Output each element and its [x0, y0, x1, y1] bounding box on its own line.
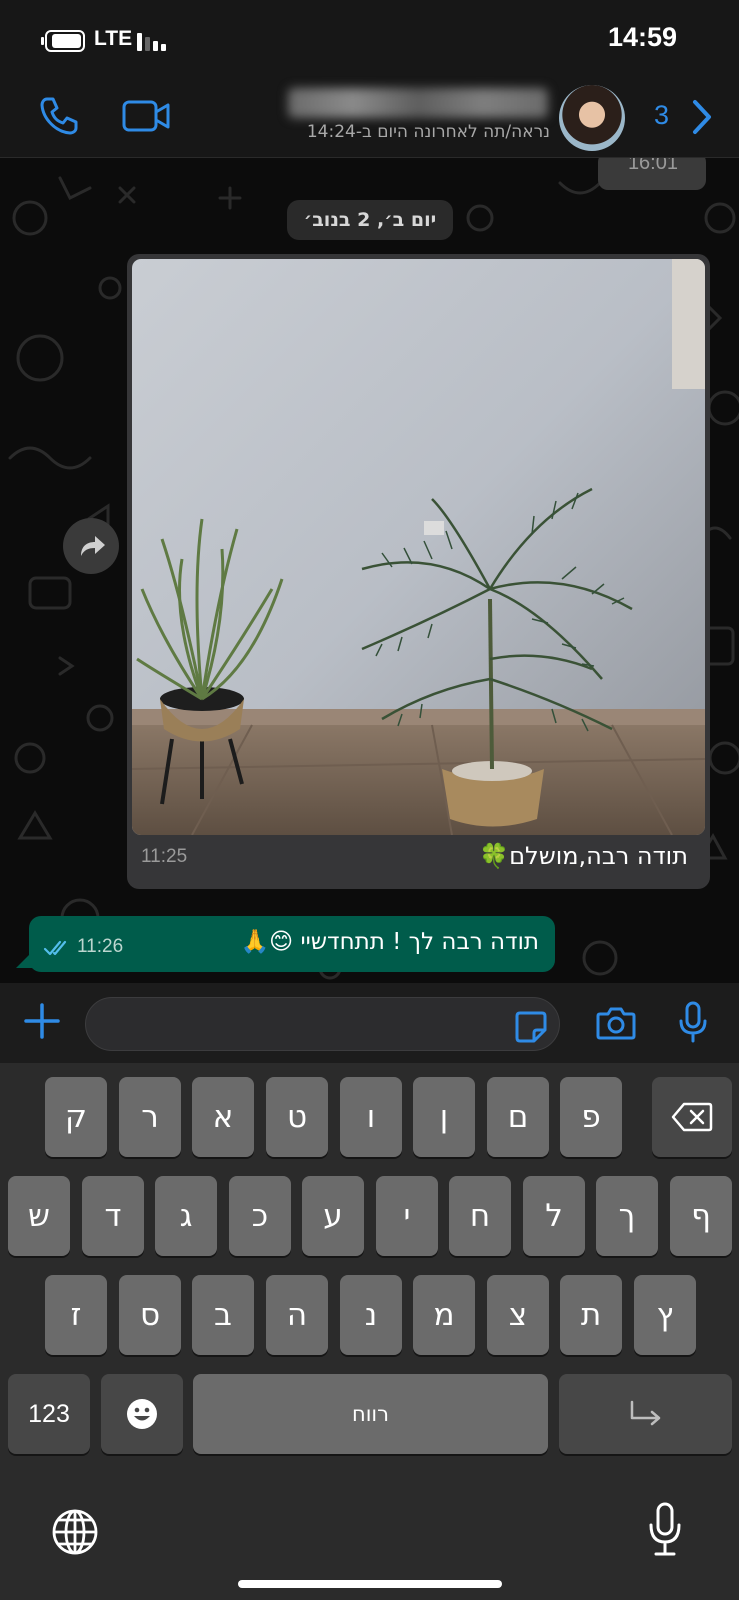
key[interactable]: ז	[45, 1275, 107, 1355]
previous-message-bubble[interactable]: 16:01	[598, 158, 706, 190]
read-receipt-icon	[43, 940, 67, 956]
key[interactable]: ן	[413, 1077, 475, 1157]
chat-area[interactable]: 16:01 יום ב׳, 2 בנוב׳ תודה רבה,מושלם🍀 11…	[0, 158, 739, 983]
key[interactable]: ג	[155, 1176, 217, 1256]
forward-button[interactable]	[63, 518, 119, 574]
last-seen-status: נראה/תה לאחרונה היום ב-14:24	[306, 122, 550, 142]
plants-photo	[132, 259, 705, 835]
message-time: 11:26	[77, 936, 124, 957]
contact-avatar[interactable]	[559, 85, 625, 151]
key[interactable]: ר	[119, 1077, 181, 1157]
incoming-caption: תודה רבה,מושלם🍀	[479, 842, 688, 870]
key[interactable]: ש	[8, 1176, 70, 1256]
key[interactable]: ץ	[634, 1275, 696, 1355]
battery-icon	[41, 30, 85, 52]
network-type: LTE	[94, 27, 133, 50]
unread-count[interactable]: 3	[654, 100, 669, 131]
key[interactable]: ד	[82, 1176, 144, 1256]
numbers-key[interactable]: 123	[8, 1374, 90, 1454]
key[interactable]: ה	[266, 1275, 328, 1355]
key[interactable]: ב	[192, 1275, 254, 1355]
key[interactable]: ט	[266, 1077, 328, 1157]
key[interactable]: ף	[670, 1176, 732, 1256]
dictation-mic-icon[interactable]	[648, 1501, 682, 1557]
key[interactable]: ל	[523, 1176, 585, 1256]
key[interactable]: ם	[487, 1077, 549, 1157]
sticker-icon[interactable]	[514, 1010, 548, 1044]
message-composer	[0, 983, 739, 1063]
key[interactable]: ו	[340, 1077, 402, 1157]
shared-photo[interactable]	[132, 259, 705, 835]
key[interactable]: ח	[449, 1176, 511, 1256]
signal-icon	[137, 33, 166, 51]
key[interactable]: ת	[560, 1275, 622, 1355]
video-call-icon[interactable]	[122, 99, 172, 133]
key[interactable]: ע	[302, 1176, 364, 1256]
backspace-key[interactable]	[652, 1077, 732, 1157]
backspace-icon	[671, 1102, 713, 1132]
date-separator: יום ב׳, 2 בנוב׳	[287, 200, 453, 240]
key[interactable]: פ	[560, 1077, 622, 1157]
globe-icon[interactable]	[50, 1507, 100, 1557]
phone-icon[interactable]	[38, 95, 80, 137]
status-bar: LTE 14:59	[0, 0, 739, 80]
camera-icon[interactable]	[596, 1005, 636, 1041]
key[interactable]: מ	[413, 1275, 475, 1355]
key[interactable]: י	[376, 1176, 438, 1256]
space-key[interactable]: רווח	[193, 1374, 548, 1454]
return-key[interactable]	[559, 1374, 732, 1454]
microphone-icon[interactable]	[678, 1001, 708, 1043]
chat-header: נראה/תה לאחרונה היום ב-14:24 3	[0, 80, 739, 158]
hebrew-keyboard: ק ר א ט ו ן ם פ ש ד ג כ ע י ח ל ך ף ז ס …	[0, 1063, 739, 1600]
contact-name-redacted[interactable]	[288, 88, 548, 118]
home-indicator[interactable]	[238, 1580, 502, 1588]
forward-arrow-icon	[81, 536, 105, 556]
emoji-icon	[127, 1399, 157, 1429]
emoji-key[interactable]	[101, 1374, 183, 1454]
status-time: 14:59	[607, 22, 677, 52]
return-arrow-icon	[630, 1400, 660, 1426]
key[interactable]: ס	[119, 1275, 181, 1355]
message-input[interactable]	[85, 997, 560, 1051]
key[interactable]: כ	[229, 1176, 291, 1256]
key[interactable]: ק	[45, 1077, 107, 1157]
key[interactable]: ך	[596, 1176, 658, 1256]
key[interactable]: א	[192, 1077, 254, 1157]
key[interactable]: נ	[340, 1275, 402, 1355]
outgoing-message[interactable]: תודה רבה לך ! תתחדשיי 😊🙏 11:26	[29, 916, 555, 972]
key[interactable]: צ	[487, 1275, 549, 1355]
outgoing-text: תודה רבה לך ! תתחדשיי 😊🙏	[240, 929, 539, 955]
chevron-right-icon[interactable]	[690, 98, 714, 136]
incoming-photo-message[interactable]: תודה רבה,מושלם🍀 11:25	[127, 254, 710, 889]
plus-icon[interactable]	[22, 1001, 62, 1041]
message-time: 16:01	[627, 158, 678, 174]
message-time: 11:25	[141, 846, 188, 867]
